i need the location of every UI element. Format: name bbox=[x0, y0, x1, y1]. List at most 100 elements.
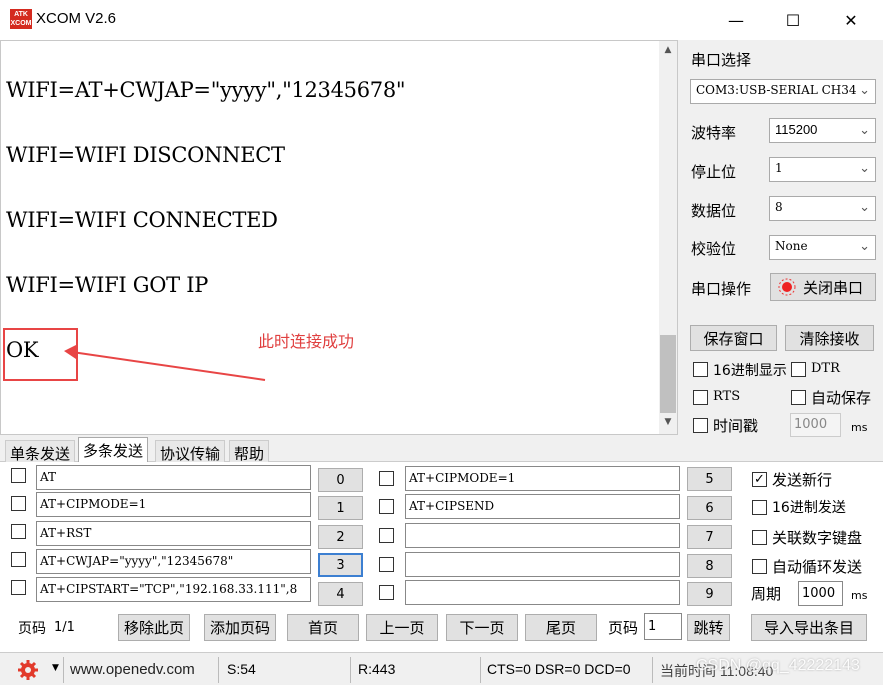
multi-send-checkbox[interactable] bbox=[379, 528, 394, 543]
status-separator bbox=[652, 657, 653, 683]
close-button[interactable]: ✕ bbox=[831, 5, 871, 35]
multi-send-checkbox[interactable] bbox=[379, 471, 394, 486]
hex-display-label: 16进制显示 bbox=[713, 363, 787, 379]
tab-single-send[interactable]: 单条发送 bbox=[5, 440, 76, 464]
tab-help[interactable]: 帮助 bbox=[229, 440, 270, 464]
annotation-arrow-icon bbox=[64, 344, 266, 381]
status-separator bbox=[350, 657, 351, 683]
next-page-button[interactable]: 下一页 bbox=[446, 614, 518, 641]
multi-send-checkbox[interactable] bbox=[379, 499, 394, 514]
multi-send-input[interactable]: AT+RST bbox=[36, 521, 311, 546]
page-value: 1/1 bbox=[54, 620, 75, 635]
jump-button[interactable]: 跳转 bbox=[687, 614, 730, 641]
check-icon: ✓ bbox=[754, 472, 765, 487]
port-value: COM3:USB-SERIAL CH340 bbox=[696, 83, 856, 97]
watermark: CSDN @qq_42222143 bbox=[696, 657, 860, 674]
remove-page-button[interactable]: 移除此页 bbox=[118, 614, 190, 641]
import-export-button[interactable]: 导入导出条目 bbox=[751, 614, 867, 641]
send-button-8[interactable]: 8 bbox=[687, 554, 732, 578]
multi-send-input[interactable]: AT+CIPSEND bbox=[405, 494, 680, 519]
send-button-3[interactable]: 3 bbox=[318, 553, 363, 577]
prev-page-button[interactable]: 上一页 bbox=[366, 614, 438, 641]
send-button-9[interactable]: 9 bbox=[687, 582, 732, 606]
add-page-button[interactable]: 添加页码 bbox=[204, 614, 276, 641]
multi-send-input[interactable] bbox=[405, 552, 680, 577]
hex-send-checkbox[interactable] bbox=[752, 500, 767, 515]
multi-send-checkbox[interactable] bbox=[11, 496, 26, 511]
scroll-up-icon[interactable]: ▲ bbox=[659, 45, 677, 55]
send-button-6[interactable]: 6 bbox=[687, 496, 732, 520]
port-status-icon bbox=[778, 278, 796, 296]
data-bits-label: 数据位 bbox=[691, 202, 737, 220]
send-button-7[interactable]: 7 bbox=[687, 525, 732, 549]
multi-send-checkbox[interactable] bbox=[379, 557, 394, 572]
keypad-checkbox[interactable] bbox=[752, 530, 767, 545]
last-page-button[interactable]: 尾页 bbox=[525, 614, 597, 641]
multi-send-input[interactable] bbox=[405, 523, 680, 548]
receive-line: WIFI=WIFI GOT IP bbox=[6, 273, 209, 297]
gear-icon[interactable] bbox=[17, 659, 39, 681]
status-separator bbox=[218, 657, 219, 683]
baud-select[interactable]: 115200 ⌄ bbox=[769, 118, 876, 143]
parity-value: None bbox=[775, 239, 808, 253]
send-button-4[interactable]: 4 bbox=[318, 582, 363, 606]
auto-loop-checkbox[interactable] bbox=[752, 559, 767, 574]
line-status: CTS=0 DSR=0 DCD=0 bbox=[487, 661, 631, 677]
close-port-label: 关闭串口 bbox=[803, 278, 864, 297]
timestamp-input[interactable]: 1000 bbox=[790, 413, 841, 437]
receive-line: WIFI=WIFI DISCONNECT bbox=[6, 143, 285, 167]
save-window-button[interactable]: 保存窗口 bbox=[690, 325, 777, 351]
rts-checkbox[interactable] bbox=[693, 390, 708, 405]
multi-send-input[interactable]: AT+CIPSTART="TCP","192.168.33.111",8 bbox=[36, 577, 311, 602]
multi-send-input[interactable]: AT+CWJAP="yyyy","12345678" bbox=[36, 549, 311, 574]
rts-label: RTS bbox=[713, 389, 741, 404]
keypad-label: 关联数字键盘 bbox=[772, 529, 863, 547]
annotation-text: 此时连接成功 bbox=[258, 332, 355, 351]
send-button-0[interactable]: 0 bbox=[318, 468, 363, 492]
page-input[interactable]: 1 bbox=[644, 613, 682, 640]
chevron-down-icon: ⌄ bbox=[859, 83, 870, 98]
parity-select[interactable]: None ⌄ bbox=[769, 235, 876, 260]
dropdown-arrow-icon[interactable]: ▼ bbox=[52, 663, 59, 673]
timestamp-unit: ms bbox=[851, 421, 868, 434]
dtr-checkbox[interactable] bbox=[791, 362, 806, 377]
data-bits-select[interactable]: 8 ⌄ bbox=[769, 196, 876, 221]
multi-send-checkbox[interactable] bbox=[11, 552, 26, 567]
send-newline-label: 发送新行 bbox=[772, 471, 833, 489]
port-select[interactable]: COM3:USB-SERIAL CH340 ⌄ bbox=[690, 79, 876, 104]
tab-multi-send[interactable]: 多条发送 bbox=[78, 437, 149, 462]
multi-send-input[interactable]: AT bbox=[36, 465, 311, 490]
multi-send-checkbox[interactable] bbox=[11, 468, 26, 483]
website-link[interactable]: www.openedv.com bbox=[70, 661, 195, 678]
hex-display-checkbox[interactable] bbox=[693, 362, 708, 377]
multi-send-checkbox[interactable] bbox=[379, 585, 394, 600]
multi-send-checkbox[interactable] bbox=[11, 524, 26, 539]
clear-receive-button[interactable]: 清除接收 bbox=[785, 325, 874, 351]
send-button-5[interactable]: 5 bbox=[687, 467, 732, 491]
period-unit: ms bbox=[851, 589, 868, 602]
multi-send-checkbox[interactable] bbox=[11, 580, 26, 595]
multi-send-input[interactable]: AT+CIPMODE=1 bbox=[405, 466, 680, 491]
close-port-button[interactable]: 关闭串口 bbox=[770, 273, 876, 301]
multi-send-input[interactable]: AT+CIPMODE=1 bbox=[36, 492, 311, 517]
auto-loop-label: 自动循环发送 bbox=[772, 558, 863, 576]
send-button-1[interactable]: 1 bbox=[318, 496, 363, 520]
send-button-2[interactable]: 2 bbox=[318, 525, 363, 549]
tab-protocol[interactable]: 协议传输 bbox=[155, 440, 226, 464]
sent-count: S:54 bbox=[227, 661, 256, 677]
close-icon: ✕ bbox=[844, 10, 858, 30]
period-input[interactable]: 1000 bbox=[798, 581, 843, 606]
chevron-down-icon: ⌄ bbox=[859, 200, 870, 215]
timestamp-checkbox[interactable] bbox=[693, 418, 708, 433]
multi-send-input[interactable] bbox=[405, 580, 680, 605]
scroll-down-icon[interactable]: ▼ bbox=[659, 417, 677, 427]
auto-save-checkbox[interactable] bbox=[791, 390, 806, 405]
minimize-button[interactable]: — bbox=[716, 5, 756, 35]
send-newline-checkbox[interactable]: ✓ bbox=[752, 472, 767, 487]
jump-page-label: 页码 bbox=[608, 619, 639, 637]
maximize-button[interactable]: ☐ bbox=[773, 5, 813, 35]
first-page-button[interactable]: 首页 bbox=[287, 614, 359, 641]
stop-bits-select[interactable]: 1 ⌄ bbox=[769, 157, 876, 182]
baud-value: 115200 bbox=[775, 122, 818, 137]
scrollbar-thumb[interactable] bbox=[660, 335, 676, 413]
